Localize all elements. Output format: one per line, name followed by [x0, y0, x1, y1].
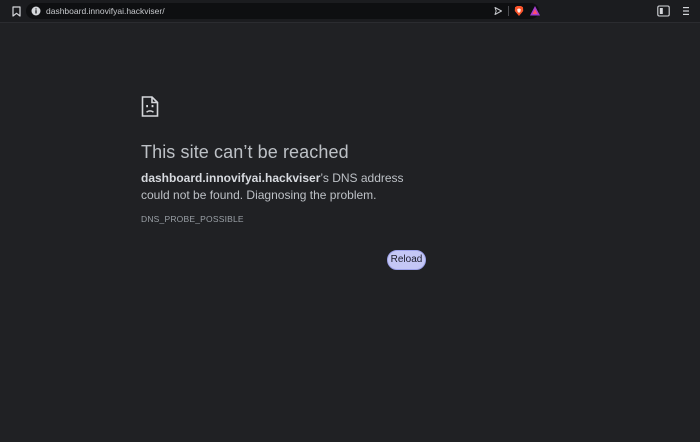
sidebar-toggle-icon[interactable]	[657, 5, 670, 17]
reload-button[interactable]: Reload	[387, 250, 426, 270]
error-code: DNS_PROBE_POSSIBLE	[141, 214, 244, 224]
error-description: dashboard.innovifyai.hackviser’s DNS add…	[141, 170, 431, 204]
send-icon[interactable]	[493, 6, 503, 16]
error-host: dashboard.innovifyai.hackviser	[141, 171, 321, 185]
brave-shields-icon[interactable]	[513, 5, 525, 17]
info-icon[interactable]	[31, 6, 41, 16]
error-content: This site can’t be reached dashboard.inn…	[141, 96, 441, 225]
address-bar[interactable]: dashboard.innovifyai.hackviser/	[26, 3, 541, 19]
brave-rewards-icon[interactable]	[529, 5, 541, 17]
menu-icon[interactable]	[683, 5, 689, 17]
browser-toolbar: dashboard.innovifyai.hackviser/	[0, 0, 700, 23]
bookmark-icon[interactable]	[10, 5, 22, 18]
url-text[interactable]: dashboard.innovifyai.hackviser/	[46, 5, 165, 17]
page-title: This site can’t be reached	[141, 142, 349, 162]
sad-page-icon	[141, 96, 159, 117]
url-divider	[508, 6, 509, 16]
